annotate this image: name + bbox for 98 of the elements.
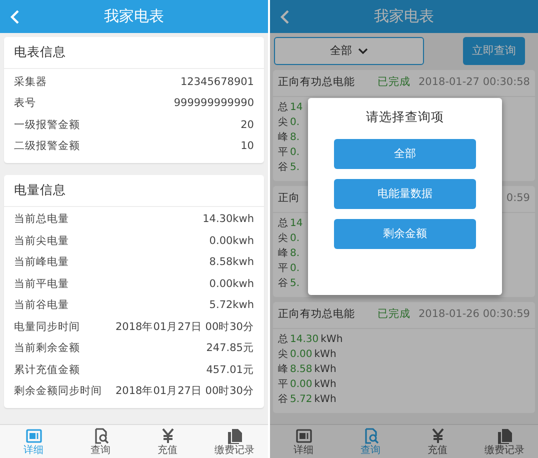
- reading-value: 5.72: [290, 393, 312, 407]
- back-icon[interactable]: [10, 10, 19, 24]
- field-label: 当前总电量: [14, 212, 69, 228]
- reading-value: 0.00: [290, 378, 312, 392]
- tab-button[interactable]: 充值: [404, 425, 471, 458]
- reading-value: 14: [290, 101, 303, 115]
- field-label: 表号: [14, 96, 36, 112]
- search-icon: [362, 428, 378, 444]
- card-icon: [296, 428, 312, 444]
- field-value: 10: [240, 139, 254, 154]
- field-label: 当前剩余金额: [14, 341, 80, 356]
- reading-label: 峰: [278, 247, 288, 261]
- reading-label: 峰: [278, 131, 288, 145]
- reading-label: 谷: [278, 277, 288, 291]
- tab-button[interactable]: 缴费记录: [471, 425, 538, 458]
- reading-value: 8.58: [290, 363, 312, 377]
- tab-button[interactable]: 查询: [67, 425, 134, 458]
- reading-label: 尖: [278, 232, 288, 246]
- reading-value: 0.: [290, 116, 300, 130]
- search-icon: [92, 428, 108, 444]
- reading-label: 平: [278, 146, 288, 160]
- field-value: 20: [240, 118, 254, 133]
- field-label: 当前峰电量: [14, 255, 69, 270]
- field-label: 当前平电量: [14, 276, 69, 292]
- reading-value: 14.30: [290, 333, 319, 347]
- reading-unit: kWh: [320, 333, 343, 347]
- reading-value: 5.: [290, 277, 300, 291]
- reading-label: 总: [278, 332, 288, 347]
- field-value: 247.85元: [206, 341, 254, 356]
- query-button[interactable]: 立即查询: [463, 37, 525, 65]
- section-title: 电量信息: [4, 174, 264, 206]
- field-value: 5.72kwh: [209, 298, 254, 314]
- reading-label: 总: [278, 216, 288, 231]
- reading-label: 平: [278, 262, 288, 276]
- record-time: 0:59: [506, 191, 530, 206]
- record-title: 正向: [278, 191, 300, 206]
- reading-label: 总: [278, 100, 288, 115]
- reading-label: 峰: [278, 363, 288, 377]
- reading-label: 谷: [278, 393, 288, 407]
- reading-unit: kWh: [314, 393, 336, 407]
- field-label: 累计充值金额: [14, 362, 80, 378]
- field-value: 12345678901: [180, 74, 254, 90]
- field-value: 8.58kwh: [209, 255, 254, 270]
- option-button[interactable]: 剩余金额: [334, 218, 476, 249]
- reading-value: 0.: [290, 146, 300, 160]
- option-button[interactable]: 电能量数据: [334, 178, 476, 209]
- field-value: 0.00kwh: [209, 276, 254, 292]
- tab-button[interactable]: 详细: [0, 425, 67, 458]
- field-label: 采集器: [14, 74, 47, 90]
- dropdown-value: 全部: [330, 42, 352, 59]
- reading-value: 0.00: [290, 348, 312, 362]
- option-button[interactable]: 全部: [334, 138, 476, 169]
- reading-unit: kWh: [314, 348, 336, 362]
- reading-value: 8.: [290, 247, 300, 261]
- dropdown-select[interactable]: 全部: [274, 37, 424, 65]
- record-status: 已完成: [377, 75, 410, 90]
- documents-icon: [496, 428, 512, 444]
- field-value: 0.00kwh: [209, 234, 254, 249]
- chevron-down-icon: [358, 48, 368, 54]
- reading-value: 14: [290, 217, 303, 231]
- reading-label: 平: [278, 378, 288, 392]
- yen-icon: [430, 428, 446, 444]
- record-time: 2018-01-26 00:30:59: [418, 307, 530, 322]
- reading-value: 5.: [290, 161, 300, 175]
- record-title: 正向有功总电能: [278, 75, 355, 90]
- reading-label: 尖: [278, 348, 288, 362]
- reading-label: 谷: [278, 161, 288, 175]
- reading-value: 0.: [290, 232, 300, 246]
- reading-value: 8.: [290, 131, 300, 145]
- header-title: 我家电表: [104, 6, 164, 28]
- field-label: 当前谷电量: [14, 298, 69, 314]
- reading-value: 0.: [290, 262, 300, 276]
- section-title: 电表信息: [4, 37, 264, 69]
- field-value: 2018年01月27日 00时30分: [115, 320, 254, 335]
- yen-icon: [160, 428, 176, 444]
- header-title: 我家电表: [374, 6, 434, 28]
- record-time: 2018-01-27 00:30:58: [418, 75, 530, 90]
- tab-button[interactable]: 详细: [270, 425, 337, 458]
- reading-label: 尖: [278, 116, 288, 130]
- field-label: 当前尖电量: [14, 234, 69, 249]
- tab-button[interactable]: 缴费记录: [201, 425, 268, 458]
- card-icon: [26, 428, 42, 444]
- reading-unit: kWh: [314, 378, 336, 392]
- documents-icon: [226, 428, 242, 444]
- field-value: 2018年01月27日 00时30分: [115, 384, 254, 400]
- tab-button[interactable]: 充值: [134, 425, 201, 458]
- back-icon[interactable]: [280, 10, 289, 24]
- reading-unit: kWh: [314, 363, 336, 377]
- field-value: 457.01元: [206, 362, 254, 378]
- field-label: 剩余金额同步时间: [14, 384, 102, 400]
- field-label: 二级报警金额: [14, 139, 80, 154]
- record-status: 已完成: [377, 307, 410, 322]
- field-value: 999999999990: [174, 96, 254, 112]
- field-label: 一级报警金额: [14, 118, 80, 133]
- field-value: 14.30kwh: [202, 212, 254, 228]
- field-label: 电量同步时间: [14, 320, 80, 335]
- record-title: 正向有功总电能: [278, 307, 355, 322]
- dialog-title: 请选择查询项: [366, 108, 444, 126]
